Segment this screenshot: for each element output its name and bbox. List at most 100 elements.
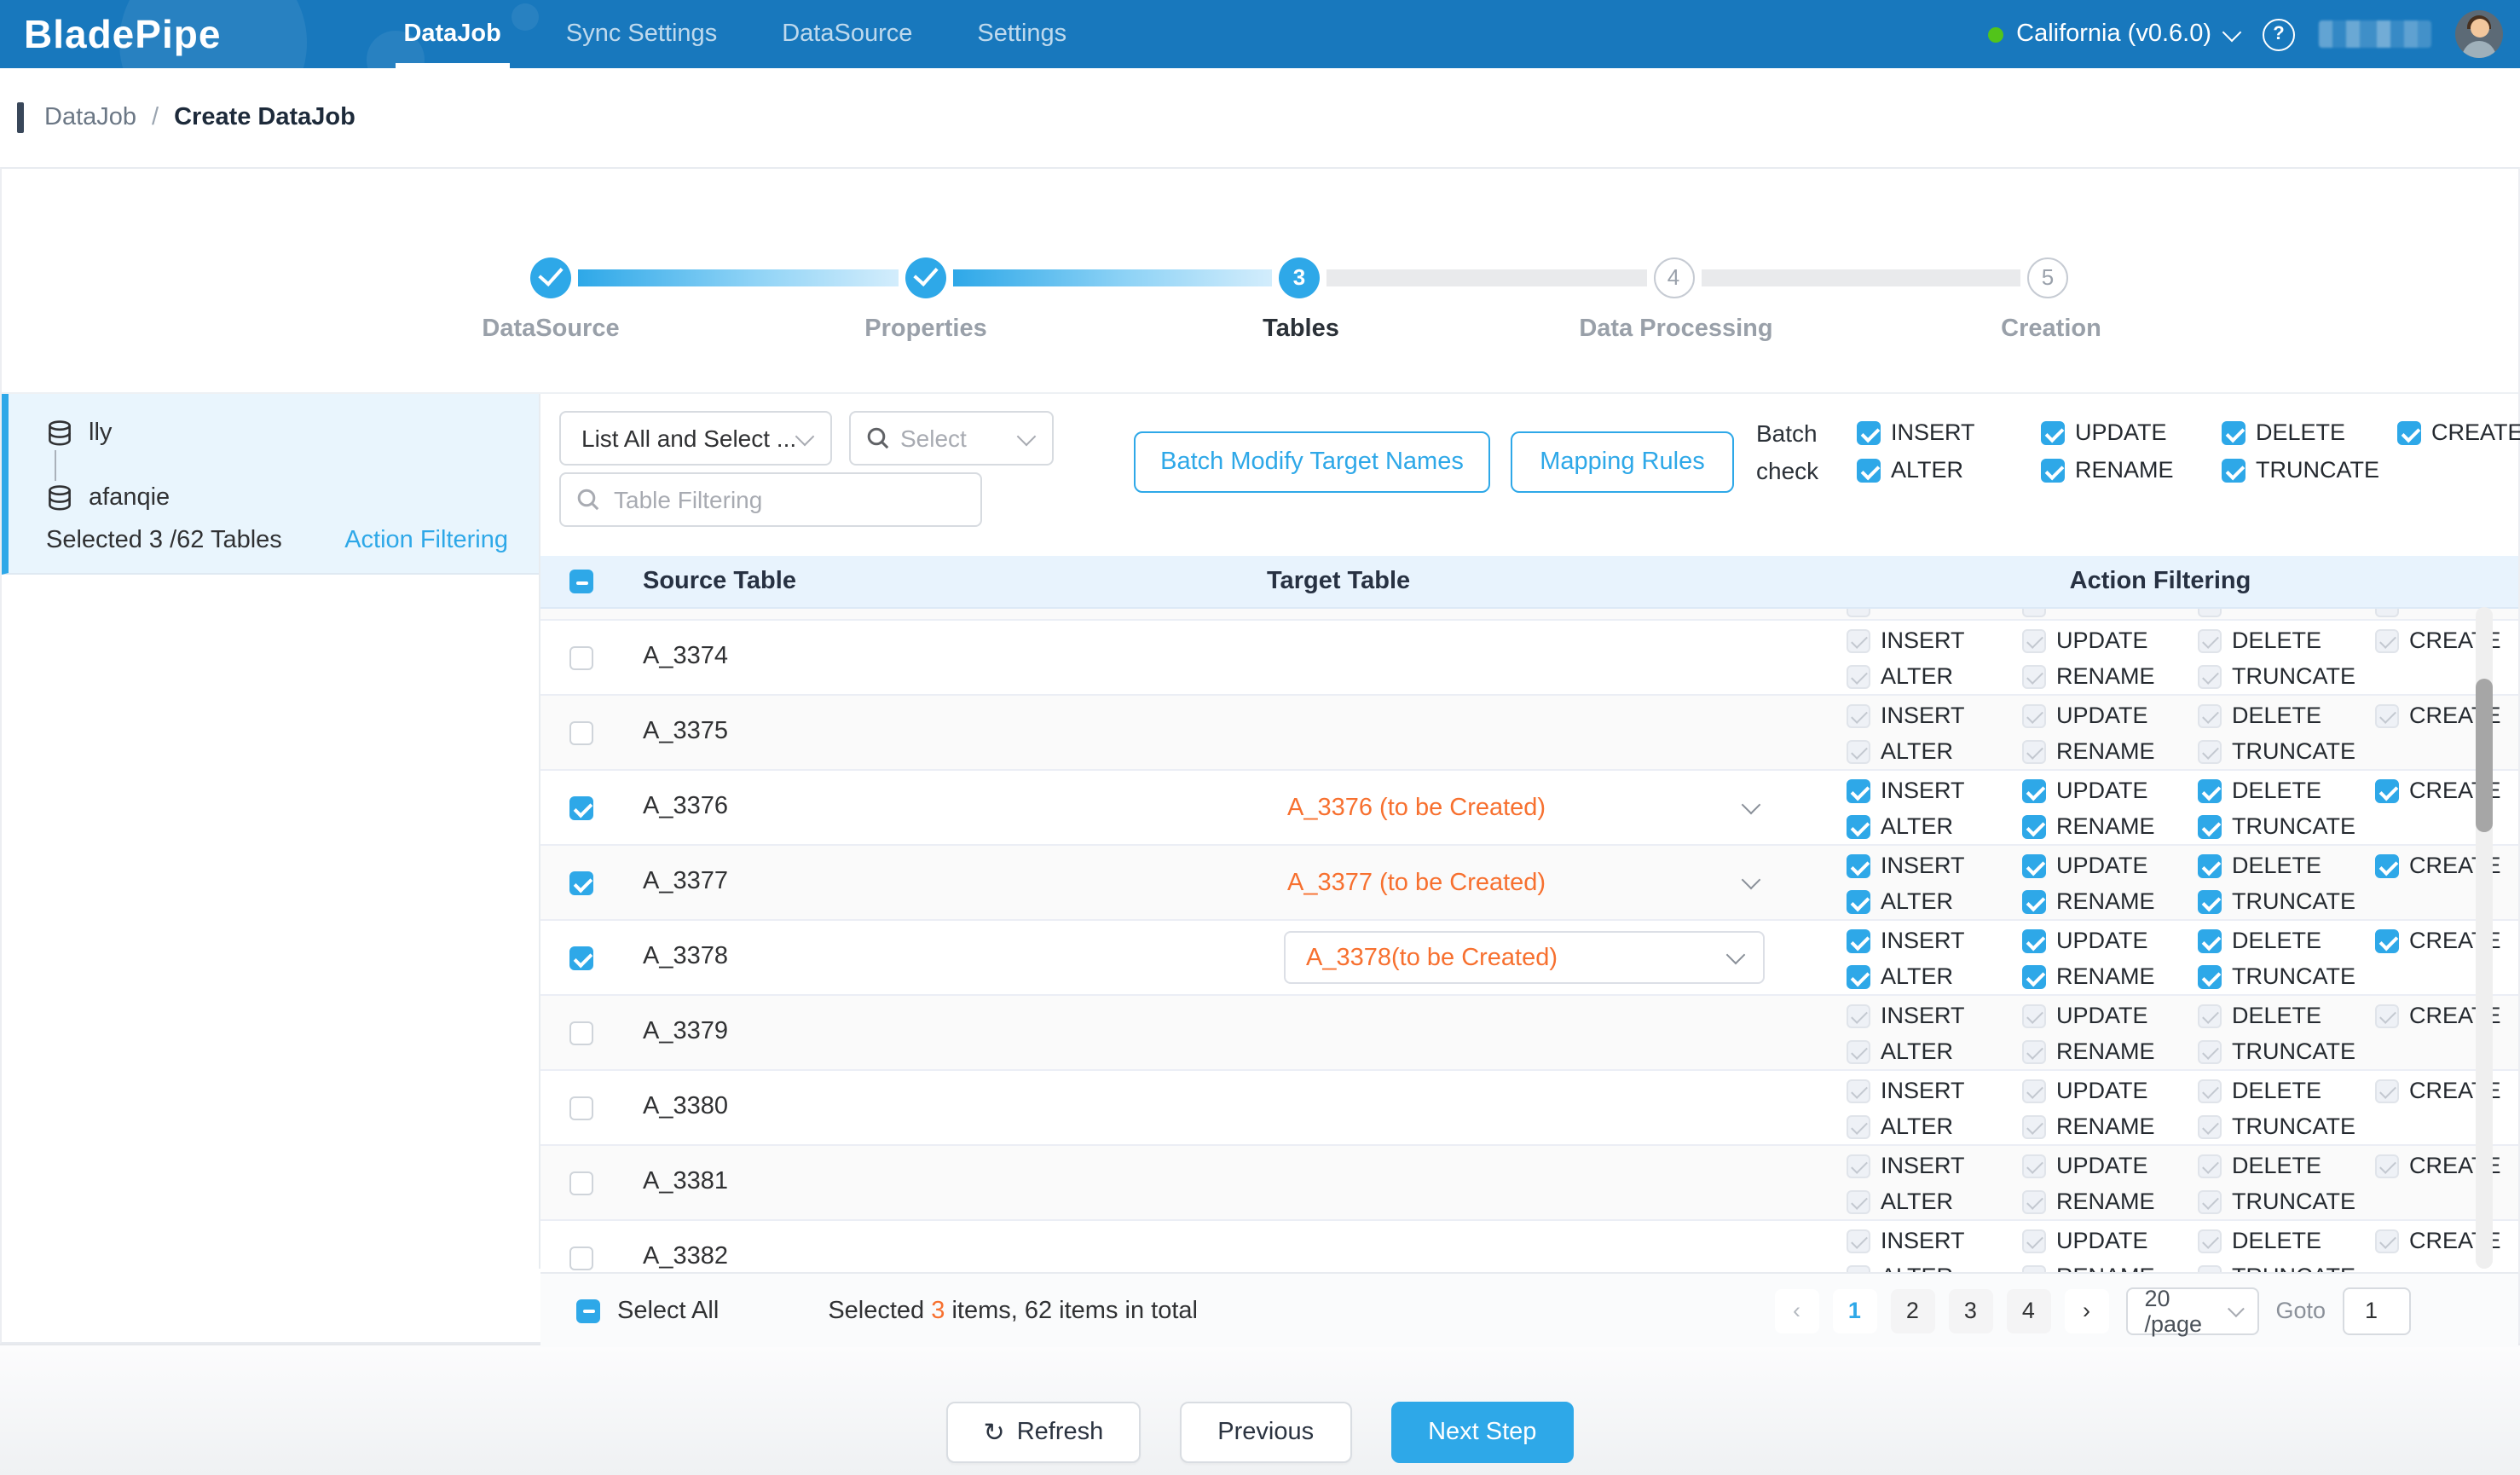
row-action-alter-checkbox[interactable] <box>1847 1265 1870 1272</box>
target-table-select[interactable]: A_3378(to be Created) <box>1284 931 1765 984</box>
step-circle-properties[interactable] <box>905 257 945 298</box>
row-action-update-checkbox[interactable] <box>2022 1004 2046 1028</box>
row-action-insert-checkbox[interactable] <box>1847 1229 1870 1253</box>
row-action-insert-checkbox[interactable] <box>1847 929 1870 953</box>
row-action-truncate-checkbox[interactable] <box>2198 1190 2222 1214</box>
row-action-delete-checkbox[interactable] <box>2198 1154 2222 1178</box>
page-size-select[interactable]: 20 /page <box>2125 1287 2258 1334</box>
row-action-create-checkbox[interactable] <box>2375 1229 2399 1253</box>
row-checkbox[interactable] <box>569 1171 593 1195</box>
step-circle-tables[interactable]: 3 <box>1279 257 1320 298</box>
row-action-create-checkbox[interactable] <box>2375 1154 2399 1178</box>
batch-action-rename-checkbox[interactable] <box>2041 459 2065 483</box>
row-action-alter-checkbox[interactable] <box>1847 740 1870 764</box>
row-action-delete-checkbox[interactable] <box>2198 1229 2222 1253</box>
row-action-delete-checkbox[interactable] <box>2198 929 2222 953</box>
row-checkbox[interactable] <box>569 646 593 670</box>
vertical-scrollbar-thumb[interactable] <box>2476 679 2493 832</box>
row-action-alter-checkbox[interactable] <box>1847 815 1870 839</box>
row-action-rename-checkbox[interactable] <box>2022 1190 2046 1214</box>
datasource-pair-card[interactable]: lly afanqie Selected 3 /62 Tables Action… <box>2 394 539 575</box>
batch-action-delete-checkbox[interactable] <box>2222 421 2245 445</box>
pagination-page-1[interactable]: 1 <box>1832 1288 1876 1333</box>
row-checkbox[interactable] <box>569 1247 593 1270</box>
row-action-truncate-checkbox[interactable] <box>2198 1115 2222 1139</box>
row-action-insert-checkbox[interactable] <box>1847 779 1870 803</box>
row-action-create-checkbox[interactable] <box>2375 1079 2399 1103</box>
row-action-rename-checkbox[interactable] <box>2022 1040 2046 1064</box>
row-action-create-checkbox[interactable] <box>2375 1004 2399 1028</box>
batch-action-insert-checkbox[interactable] <box>1857 421 1881 445</box>
row-action-truncate-checkbox[interactable] <box>2198 740 2222 764</box>
row-checkbox[interactable] <box>569 871 593 895</box>
batch-modify-target-names-button[interactable]: Batch Modify Target Names <box>1134 431 1490 493</box>
row-action-create-checkbox[interactable] <box>2375 854 2399 878</box>
breadcrumb-parent[interactable]: DataJob <box>44 104 136 131</box>
row-action-rename-checkbox[interactable] <box>2022 1115 2046 1139</box>
row-action-delete-checkbox[interactable] <box>2198 1079 2222 1103</box>
batch-action-create-checkbox[interactable] <box>2397 421 2421 445</box>
row-action-alter-checkbox[interactable] <box>1847 1040 1870 1064</box>
row-action-alter-checkbox[interactable] <box>1847 1190 1870 1214</box>
row-action-create-checkbox[interactable] <box>2375 629 2399 653</box>
row-checkbox[interactable] <box>569 1096 593 1120</box>
row-action-update-checkbox[interactable] <box>2022 779 2046 803</box>
table-filter-input[interactable] <box>610 484 924 515</box>
row-action-truncate-checkbox[interactable] <box>2198 890 2222 914</box>
nav-tab-sync-settings[interactable]: Sync Settings <box>534 0 749 68</box>
help-icon[interactable]: ? <box>2263 18 2295 50</box>
batch-action-truncate-checkbox[interactable] <box>2222 459 2245 483</box>
row-action-delete-checkbox[interactable] <box>2198 704 2222 728</box>
row-action-update-checkbox[interactable] <box>2022 854 2046 878</box>
row-action-alter-checkbox[interactable] <box>1847 965 1870 989</box>
row-action-delete-checkbox[interactable] <box>2198 854 2222 878</box>
goto-page-input[interactable] <box>2343 1287 2411 1334</box>
row-action-create-checkbox[interactable] <box>2375 704 2399 728</box>
row-action-alter-checkbox[interactable] <box>1847 665 1870 689</box>
target-table-select[interactable]: A_3377 (to be Created) <box>1246 846 1802 919</box>
row-action-insert-checkbox[interactable] <box>1847 1004 1870 1028</box>
row-action-update-checkbox[interactable] <box>2022 704 2046 728</box>
next-step-button[interactable]: Next Step <box>1390 1402 1574 1463</box>
row-action-alter-checkbox[interactable] <box>1847 890 1870 914</box>
row-action-delete-checkbox[interactable] <box>2198 1004 2222 1028</box>
pagination-page-2[interactable]: 2 <box>1890 1288 1934 1333</box>
batch-action-alter-checkbox[interactable] <box>1857 459 1881 483</box>
nav-tab-datasource[interactable]: DataSource <box>749 0 945 68</box>
row-action-update-checkbox[interactable] <box>2022 1229 2046 1253</box>
row-checkbox[interactable] <box>569 1021 593 1045</box>
row-action-truncate-checkbox[interactable] <box>2198 1040 2222 1064</box>
row-action-rename-checkbox[interactable] <box>2022 740 2046 764</box>
row-action-create-checkbox[interactable] <box>2375 929 2399 953</box>
row-action-update-checkbox[interactable] <box>2022 629 2046 653</box>
row-action-rename-checkbox[interactable] <box>2022 965 2046 989</box>
row-action-truncate-checkbox[interactable] <box>2198 665 2222 689</box>
row-action-insert-checkbox[interactable] <box>1847 854 1870 878</box>
row-action-insert-checkbox[interactable] <box>1847 704 1870 728</box>
select-all-header-checkbox[interactable] <box>569 570 593 593</box>
pagination-prev[interactable]: ‹ <box>1774 1288 1818 1333</box>
row-action-alter-checkbox[interactable] <box>1847 1115 1870 1139</box>
vertical-scrollbar-track[interactable] <box>2476 607 2493 1269</box>
nav-tab-datajob[interactable]: DataJob <box>371 0 533 68</box>
row-checkbox[interactable] <box>569 721 593 745</box>
row-action-delete-checkbox[interactable] <box>2198 779 2222 803</box>
step-circle-datasource[interactable] <box>530 257 571 298</box>
row-action-insert-checkbox[interactable] <box>1847 629 1870 653</box>
pagination-next[interactable]: › <box>2064 1288 2108 1333</box>
row-checkbox[interactable] <box>569 946 593 970</box>
action-filtering-link[interactable]: Action Filtering <box>344 527 508 554</box>
table-select-dropdown[interactable]: Select <box>849 411 1054 466</box>
row-action-create-checkbox[interactable] <box>2375 779 2399 803</box>
pagination-page-3[interactable]: 3 <box>1948 1288 1992 1333</box>
step-circle-creation[interactable]: 5 <box>2027 257 2068 298</box>
row-action-rename-checkbox[interactable] <box>2022 1265 2046 1272</box>
step-circle-data-processing[interactable]: 4 <box>1653 257 1694 298</box>
environment-selector[interactable]: California (v0.6.0) <box>1987 20 2239 48</box>
row-action-update-checkbox[interactable] <box>2022 1079 2046 1103</box>
row-checkbox[interactable] <box>569 796 593 820</box>
refresh-button[interactable]: ↻ Refresh <box>946 1402 1142 1463</box>
row-action-insert-checkbox[interactable] <box>1847 1079 1870 1103</box>
target-table-select[interactable]: A_3376 (to be Created) <box>1246 771 1802 844</box>
nav-tab-settings[interactable]: Settings <box>945 0 1099 68</box>
